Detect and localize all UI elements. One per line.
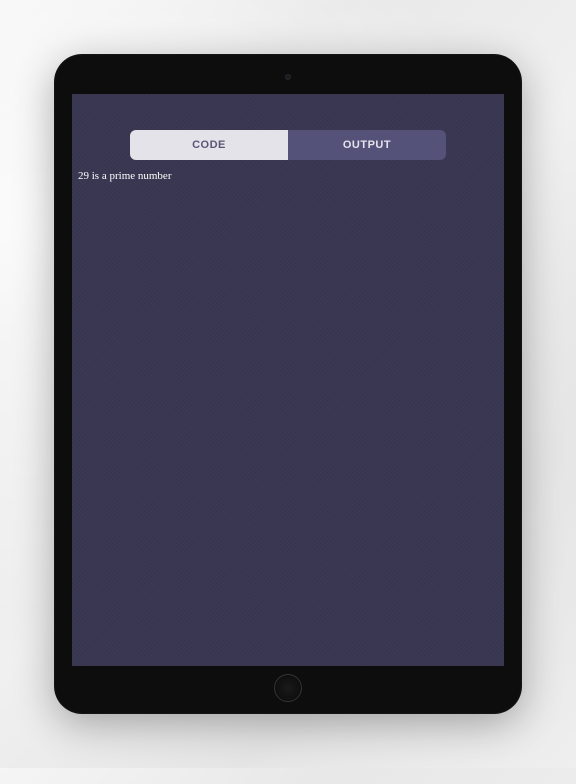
tab-code[interactable]: CODE — [130, 130, 288, 160]
tab-output[interactable]: OUTPUT — [288, 130, 446, 160]
app-screen: CODE OUTPUT 29 is a prime number — [72, 94, 504, 666]
tablet-device-frame: CODE OUTPUT 29 is a prime number — [54, 54, 522, 714]
home-button[interactable] — [274, 674, 302, 702]
tablet-camera — [285, 74, 291, 80]
tab-bar: CODE OUTPUT — [130, 130, 446, 160]
output-text: 29 is a prime number — [78, 170, 171, 182]
